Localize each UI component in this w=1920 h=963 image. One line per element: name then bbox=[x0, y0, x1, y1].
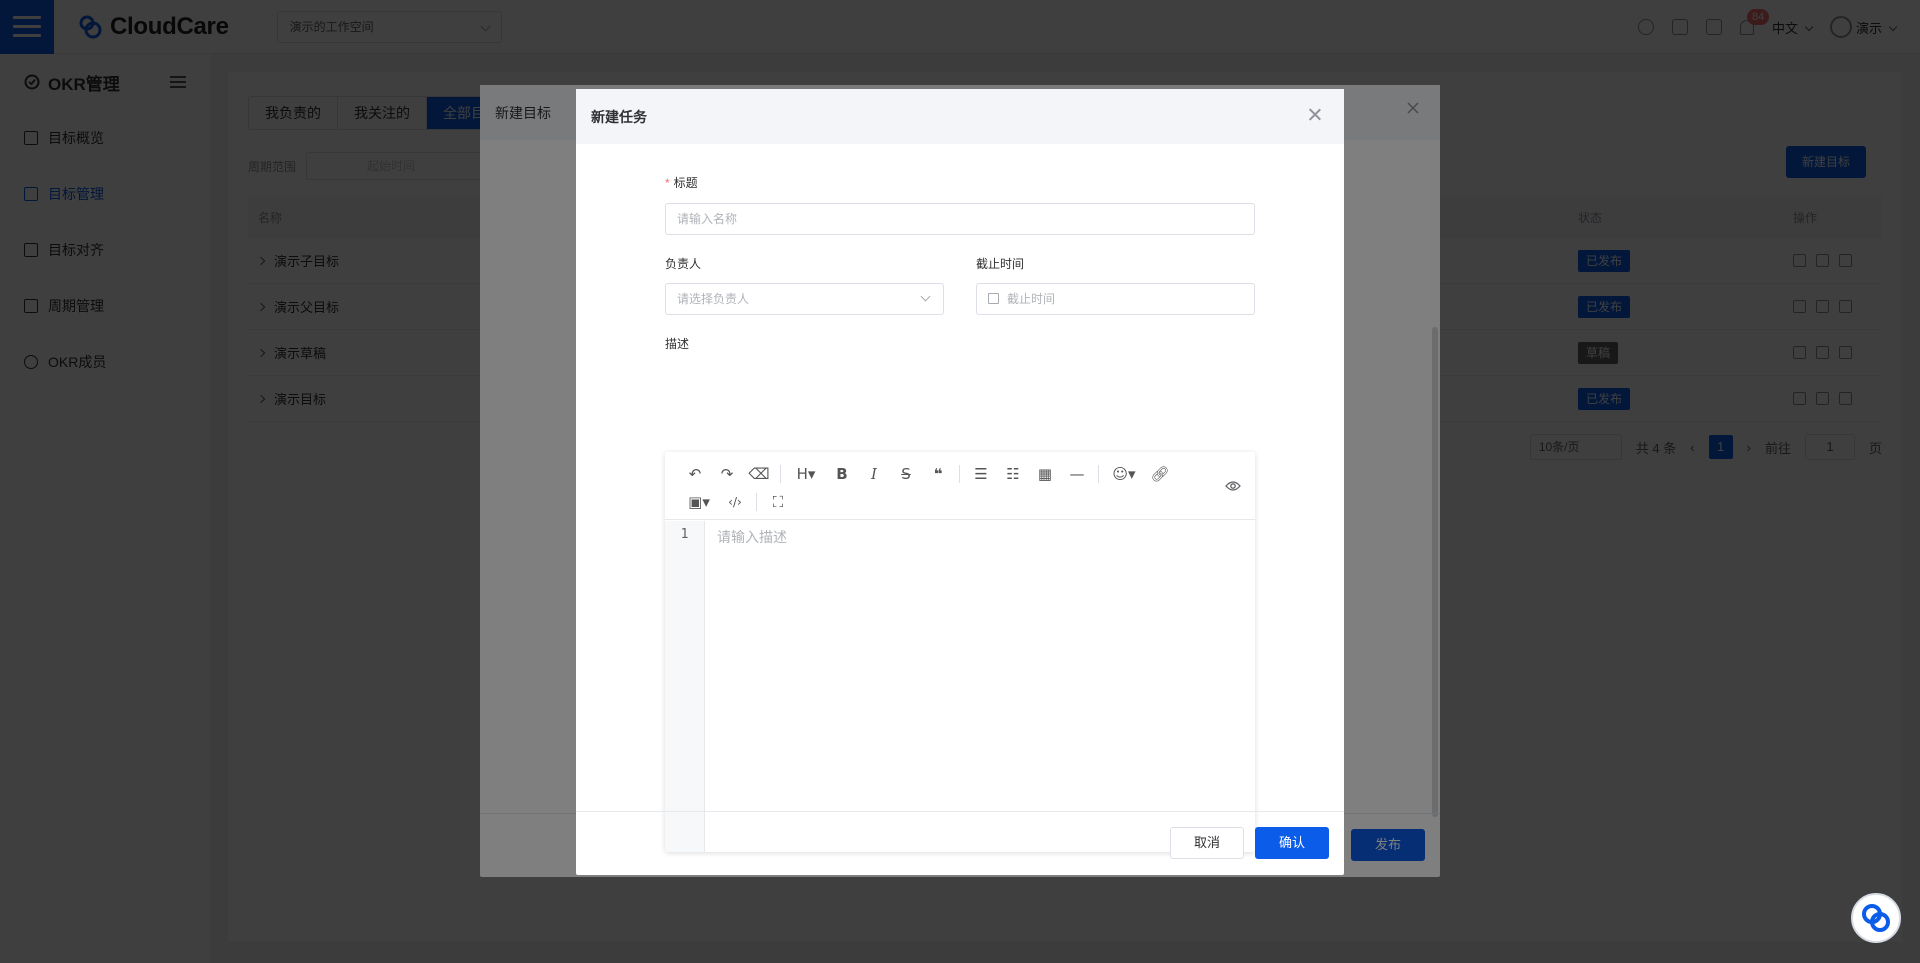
markdown-editor: ↶ ↷ ⌫ H▾ B I S ❝ ☰ ☷ ▦ — ☺▾ 🔗︎ ▣▾ ‹/› ⛶ … bbox=[665, 452, 1255, 852]
cloudcare-assistant-icon bbox=[1862, 904, 1890, 932]
title-input[interactable]: 请输入名称 bbox=[665, 203, 1255, 235]
confirm-button[interactable]: 确认 bbox=[1255, 827, 1329, 859]
description-label: 描述 bbox=[665, 337, 690, 351]
dialog-header: 新建任务 bbox=[576, 89, 1344, 144]
calendar-icon bbox=[988, 293, 999, 304]
toolbar-row: ↶ ↷ ⌫ H▾ B I S ❝ ☰ ☷ ▦ — ☺▾ 🔗︎ bbox=[679, 462, 1176, 486]
dialog-footer: 取消 确认 bbox=[576, 811, 1344, 875]
owner-select[interactable]: 请选择负责人 bbox=[665, 283, 944, 315]
owner-placeholder: 请选择负责人 bbox=[677, 292, 750, 306]
undo-icon[interactable]: ↶ bbox=[679, 462, 711, 486]
owner-label: 负责人 bbox=[665, 257, 702, 271]
deadline-placeholder: 截止时间 bbox=[1007, 292, 1056, 306]
fullscreen-icon[interactable]: ⛶ bbox=[762, 490, 794, 514]
horizontal-rule-icon[interactable]: — bbox=[1061, 462, 1093, 486]
redo-icon[interactable]: ↷ bbox=[711, 462, 743, 486]
ordered-list-icon[interactable]: ☷ bbox=[997, 462, 1029, 486]
cancel-button[interactable]: 取消 bbox=[1170, 827, 1244, 859]
toolbar-row: ▣▾ ‹/› ⛶ bbox=[679, 490, 794, 514]
quote-icon[interactable]: ❝ bbox=[922, 462, 954, 486]
description-textarea[interactable]: 请输入描述 bbox=[717, 527, 787, 547]
new-task-dialog: 新建任务 * 标题 请输入名称 负责人 请选择负责人 截止时间 截止时间 描述 ↶… bbox=[576, 89, 1344, 875]
emoji-icon[interactable]: ☺▾ bbox=[1104, 462, 1144, 486]
toolbar-divider bbox=[780, 465, 781, 483]
editor-toolbar: ↶ ↷ ⌫ H▾ B I S ❝ ☰ ☷ ▦ — ☺▾ 🔗︎ ▣▾ ‹/› ⛶ bbox=[665, 452, 1255, 520]
heading-icon[interactable]: H▾ bbox=[786, 462, 826, 486]
link-icon[interactable]: 🔗︎ bbox=[1144, 462, 1176, 486]
italic-icon[interactable]: I bbox=[858, 462, 890, 486]
close-icon[interactable] bbox=[1308, 108, 1322, 122]
deadline-label: 截止时间 bbox=[976, 257, 1025, 271]
toolbar-divider bbox=[959, 465, 960, 483]
deadline-date-picker[interactable]: 截止时间 bbox=[976, 283, 1255, 315]
bold-icon[interactable]: B bbox=[826, 462, 858, 486]
toolbar-divider bbox=[1098, 465, 1099, 483]
line-number: 1 bbox=[680, 527, 689, 542]
description-placeholder: 请输入描述 bbox=[717, 529, 787, 545]
title-label-text: 标题 bbox=[673, 176, 698, 190]
floating-assistant-button[interactable] bbox=[1851, 893, 1901, 943]
bullet-list-icon[interactable]: ☰ bbox=[965, 462, 997, 486]
code-icon[interactable]: ‹/› bbox=[719, 490, 751, 514]
title-label: * 标题 bbox=[665, 174, 698, 191]
eraser-icon[interactable]: ⌫ bbox=[743, 462, 775, 486]
strikethrough-icon[interactable]: S bbox=[890, 462, 922, 486]
dialog-title: 新建任务 bbox=[591, 108, 647, 125]
toolbar-divider bbox=[756, 493, 757, 511]
image-icon[interactable]: ▣▾ bbox=[679, 490, 719, 514]
line-number-gutter: 1 bbox=[665, 521, 705, 852]
preview-eye-icon[interactable] bbox=[1221, 474, 1245, 498]
required-mark: * bbox=[665, 176, 670, 190]
chevron-down-icon bbox=[920, 291, 931, 302]
table-icon[interactable]: ▦ bbox=[1029, 462, 1061, 486]
